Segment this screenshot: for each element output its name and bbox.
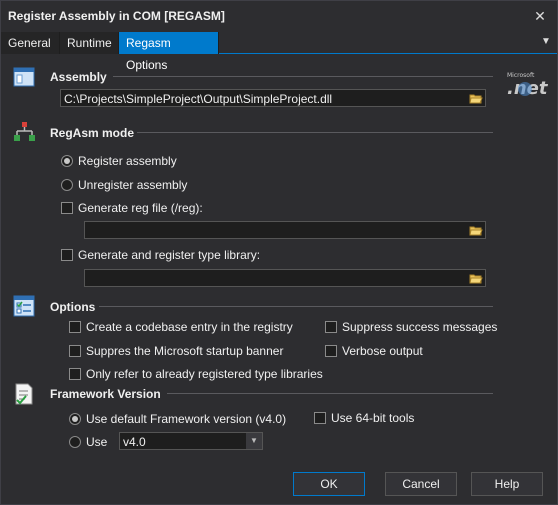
checklist-icon	[13, 295, 35, 317]
generate-reg-file-label: Generate reg file (/reg):	[78, 201, 203, 215]
tab-strip: General Runtime Regasm Options	[1, 32, 557, 72]
options-section-title: Options	[50, 300, 96, 314]
cancel-button[interactable]: Cancel	[385, 472, 457, 496]
default-framework-label: Use default Framework version (v4.0)	[86, 412, 287, 426]
default-framework-radio[interactable]	[69, 413, 81, 425]
suppress-success-label: Suppress success messages	[342, 320, 498, 334]
type-library-path-input[interactable]	[84, 269, 486, 287]
folder-open-icon[interactable]	[469, 223, 483, 237]
assembly-path-input[interactable]: C:\Projects\SimpleProject\Output\SimpleP…	[60, 89, 486, 107]
use-64bit-label: Use 64-bit tools	[331, 411, 415, 425]
dotnet-logo: Microsoft .net	[505, 69, 551, 99]
tab-general[interactable]: General	[1, 32, 60, 54]
reg-file-path-input[interactable]	[84, 221, 486, 239]
assembly-divider	[113, 76, 493, 77]
close-icon[interactable]: ✕	[529, 5, 551, 27]
framework-version-select[interactable]: v4.0 ▼	[119, 432, 263, 450]
assembly-path-value: C:\Projects\SimpleProject\Output\SimpleP…	[64, 92, 333, 106]
ok-button[interactable]: OK	[293, 472, 365, 496]
window-title: Register Assembly in COM [REGASM]	[8, 9, 225, 23]
document-check-icon	[13, 383, 35, 405]
suppress-banner-label: Suppres the Microsoft startup banner	[86, 344, 284, 358]
framework-section-title: Framework Version	[50, 387, 161, 401]
tab-menu-icon[interactable]: ▼	[539, 35, 553, 49]
dialog-window: Register Assembly in COM [REGASM] ✕ Gene…	[0, 0, 558, 505]
folder-open-icon[interactable]	[469, 271, 483, 285]
options-divider	[99, 306, 493, 307]
help-button[interactable]: Help	[471, 472, 543, 496]
use-framework-radio[interactable]	[69, 436, 81, 448]
use-framework-label: Use	[86, 435, 108, 449]
window-icon	[13, 67, 35, 87]
codebase-entry-label: Create a codebase entry in the registry	[86, 320, 293, 334]
framework-divider	[167, 393, 493, 394]
regasm-mode-section-title: RegAsm mode	[50, 126, 135, 140]
verbose-output-label: Verbose output	[342, 344, 423, 358]
registered-typelibs-label: Only refer to already registered type li…	[86, 367, 323, 381]
suppress-success-checkbox[interactable]	[325, 321, 337, 333]
suppress-banner-checkbox[interactable]	[69, 345, 81, 357]
register-assembly-radio[interactable]	[61, 155, 73, 167]
folder-open-icon[interactable]	[469, 91, 483, 105]
register-assembly-label: Register assembly	[78, 154, 177, 168]
generate-type-library-label: Generate and register type library:	[78, 248, 261, 262]
generate-reg-file-checkbox[interactable]	[61, 202, 73, 214]
assembly-section-title: Assembly	[50, 70, 107, 84]
tab-runtime[interactable]: Runtime	[60, 32, 119, 54]
generate-type-library-checkbox[interactable]	[61, 249, 73, 261]
chevron-down-icon[interactable]: ▼	[246, 433, 262, 449]
framework-version-value: v4.0	[123, 435, 146, 449]
codebase-entry-checkbox[interactable]	[69, 321, 81, 333]
regasm-mode-divider	[137, 132, 493, 133]
unregister-assembly-radio[interactable]	[61, 179, 73, 191]
use-64bit-checkbox[interactable]	[314, 412, 326, 424]
tab-regasm-options[interactable]: Regasm Options	[119, 32, 219, 72]
unregister-assembly-label: Unregister assembly	[78, 178, 188, 192]
title-bar: Register Assembly in COM [REGASM] ✕	[1, 1, 557, 31]
registered-typelibs-checkbox[interactable]	[69, 368, 81, 380]
hierarchy-icon	[13, 121, 35, 143]
verbose-output-checkbox[interactable]	[325, 345, 337, 357]
